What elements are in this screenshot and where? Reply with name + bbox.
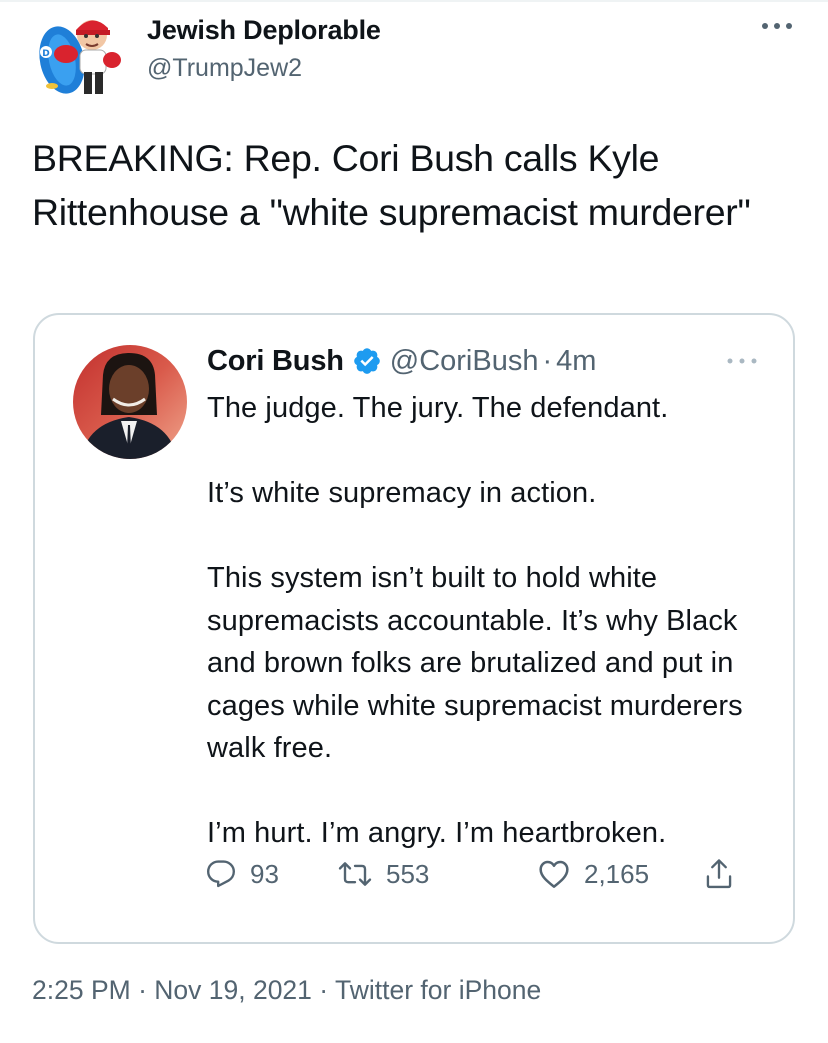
author-name[interactable]: Jewish Deplorable [147,15,381,46]
profile-photo-icon [73,345,187,459]
tweet-date[interactable]: Nov 19, 2021 [154,975,312,1005]
quoted-more-options-button[interactable] [725,353,759,369]
tweet-source[interactable]: Twitter for iPhone [335,975,541,1005]
header-separator: · [542,344,553,377]
quoted-paragraph: The judge. The jury. The defendant. [207,392,669,424]
tweet-text: BREAKING: Rep. Cori Bush calls Kyle Ritt… [32,137,751,233]
heart-icon [539,860,569,888]
more-options-button[interactable] [760,16,794,36]
retweet-button[interactable]: 553 [338,852,429,896]
meta-separator: · [130,975,155,1005]
tweet-meta: 2:25 PM · Nov 19, 2021 · Twitter for iPh… [32,975,541,1006]
like-button[interactable]: 2,165 [538,852,649,896]
more-dots-icon [727,358,757,364]
quoted-author-name[interactable]: Cori Bush [207,345,344,378]
quoted-tweet-header: Cori Bush @CoriBush · 4m [207,341,596,381]
share-icon [706,859,732,889]
top-divider [0,0,828,2]
author-avatar[interactable]: D [32,10,124,102]
tweet-actions: 93 553 2,165 [172,852,752,896]
retweet-count: 553 [386,858,430,889]
quoted-author-avatar[interactable] [73,345,187,459]
retweet-icon [338,862,372,886]
svg-text:D: D [42,49,49,59]
reply-button[interactable]: 93 [206,852,279,896]
like-count: 2,165 [584,858,650,889]
quoted-paragraph: It’s white supremacy in action. [207,477,597,509]
reply-count: 93 [250,858,279,889]
quoted-tweet-time[interactable]: 4m [556,345,596,378]
quoted-tweet-text: The judge. The jury. The defendant. It’s… [207,387,777,855]
quoted-author-handle[interactable]: @CoriBush [390,345,539,378]
verified-badge-icon [352,346,382,376]
share-button[interactable] [704,852,734,896]
more-dots-icon [762,23,792,29]
reply-icon [207,860,235,888]
tweet-time[interactable]: 2:25 PM [32,975,131,1005]
boxing-glove-avatar-icon: D [32,10,124,102]
meta-separator: · [311,975,335,1005]
quoted-paragraph: I’m hurt. I’m angry. I’m heartbroken. [207,817,667,849]
tweet-detail: D Jewish Deplorable @TrumpJew2 BREAKING:… [0,0,828,1043]
author-handle[interactable]: @TrumpJew2 [147,54,302,83]
quoted-tweet-card[interactable]: Cori Bush @CoriBush · 4m The judge. The … [33,313,795,944]
quoted-paragraph: This system isn’t built to hold white su… [207,562,743,764]
